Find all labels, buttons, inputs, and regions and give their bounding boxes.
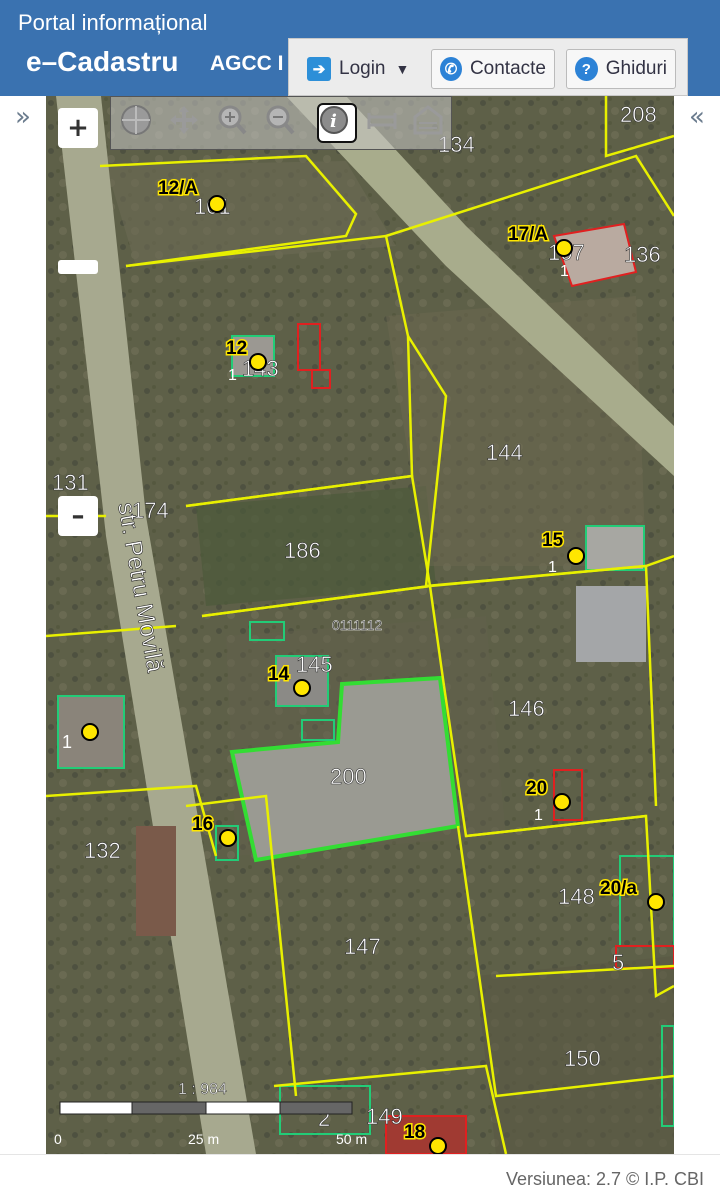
- svg-text:20/a: 20/a: [600, 878, 637, 899]
- contacts-label: Contacte: [469, 58, 546, 79]
- svg-text:i: i: [330, 111, 337, 132]
- svg-text:14: 14: [268, 664, 290, 685]
- svg-text:12/A: 12/A: [158, 178, 198, 199]
- parcel-number: 147: [344, 934, 381, 959]
- expand-left-icon[interactable]: »: [0, 102, 46, 132]
- footer: Versiunea: 2.7 © I.P. CBI: [0, 1154, 720, 1200]
- pan-icon[interactable]: [167, 103, 207, 143]
- portal-title: Portal informațional: [18, 10, 208, 35]
- parcel-number: 150: [564, 1046, 601, 1071]
- guides-label: Ghiduri: [605, 58, 667, 79]
- parcel-number: 144: [486, 440, 523, 465]
- guides-button[interactable]: ? Ghiduri: [566, 49, 676, 89]
- parcel-number: 208: [620, 102, 657, 127]
- parcel-number: 136: [624, 242, 661, 267]
- scale-tick: 50 m: [336, 1131, 367, 1147]
- globe-icon[interactable]: [119, 103, 159, 143]
- login-button[interactable]: ➔ Login ▼: [299, 49, 425, 89]
- map-canvas[interactable]: 208 134 101 107 136 143 144 131 174 186 …: [46, 96, 674, 1154]
- login-label: Login: [339, 58, 386, 79]
- svg-text:16: 16: [192, 814, 213, 835]
- parcel-number: 149: [366, 1104, 403, 1129]
- svg-text:12: 12: [226, 338, 247, 359]
- svg-text:1: 1: [534, 807, 543, 824]
- svg-text:1: 1: [548, 559, 557, 576]
- chevron-down-icon: ▼: [395, 61, 410, 77]
- parcel-number: 131: [52, 470, 89, 495]
- info-icon[interactable]: i: [317, 103, 357, 143]
- building-icon[interactable]: [411, 103, 451, 143]
- svg-text:1: 1: [62, 732, 72, 752]
- parcel-number: 186: [284, 538, 321, 563]
- zoom-in-icon[interactable]: [215, 103, 255, 143]
- svg-text:1: 1: [228, 367, 237, 384]
- sector-code: 0111112: [332, 617, 383, 633]
- left-panel-collapsed: »: [0, 96, 46, 1154]
- app-header: Portal informațional e–Cadastru AGCC I ➔…: [0, 0, 720, 96]
- zoom-out-button[interactable]: –: [58, 496, 98, 536]
- parcel-number: 145: [296, 652, 333, 677]
- version-text: Versiunea: 2.7 © I.P. CBI: [505, 1169, 704, 1189]
- svg-text:1: 1: [560, 263, 569, 280]
- zoom-slider-handle[interactable]: [58, 260, 98, 274]
- parcel-number: 5: [612, 950, 624, 975]
- top-toolbar: ➔ Login ▼ ✆ Contacte ? Ghiduri: [288, 38, 688, 96]
- expand-right-icon[interactable]: «: [674, 102, 720, 132]
- svg-text:15: 15: [542, 530, 564, 551]
- parcel-number: 132: [84, 838, 121, 863]
- contacts-button[interactable]: ✆ Contacte: [431, 49, 555, 89]
- help-icon: ?: [575, 57, 598, 81]
- measure-icon[interactable]: [365, 103, 405, 143]
- right-panel-collapsed: «: [674, 96, 720, 1154]
- svg-text:20: 20: [526, 778, 547, 799]
- svg-text:18: 18: [404, 1122, 425, 1143]
- app-title[interactable]: e–Cadastru: [26, 46, 179, 78]
- zoom-in-button[interactable]: +: [58, 108, 98, 148]
- scale-tick: 0: [54, 1131, 62, 1147]
- zoom-out-icon[interactable]: [263, 103, 303, 143]
- map-tools: i: [110, 96, 452, 150]
- cadastral-map[interactable]: 208 134 101 107 136 143 144 131 174 186 …: [46, 96, 674, 1154]
- phone-icon: ✆: [440, 57, 462, 81]
- scale-ratio: 1 : 984: [178, 1081, 227, 1098]
- parcel-number: 148: [558, 884, 595, 909]
- login-icon: ➔: [307, 57, 331, 81]
- svg-text:17/A: 17/A: [508, 224, 548, 245]
- parcel-number: 146: [508, 696, 545, 721]
- scale-tick: 25 m: [188, 1131, 219, 1147]
- agency-name: AGCC I: [210, 52, 284, 75]
- parcel-number: 200: [330, 764, 367, 789]
